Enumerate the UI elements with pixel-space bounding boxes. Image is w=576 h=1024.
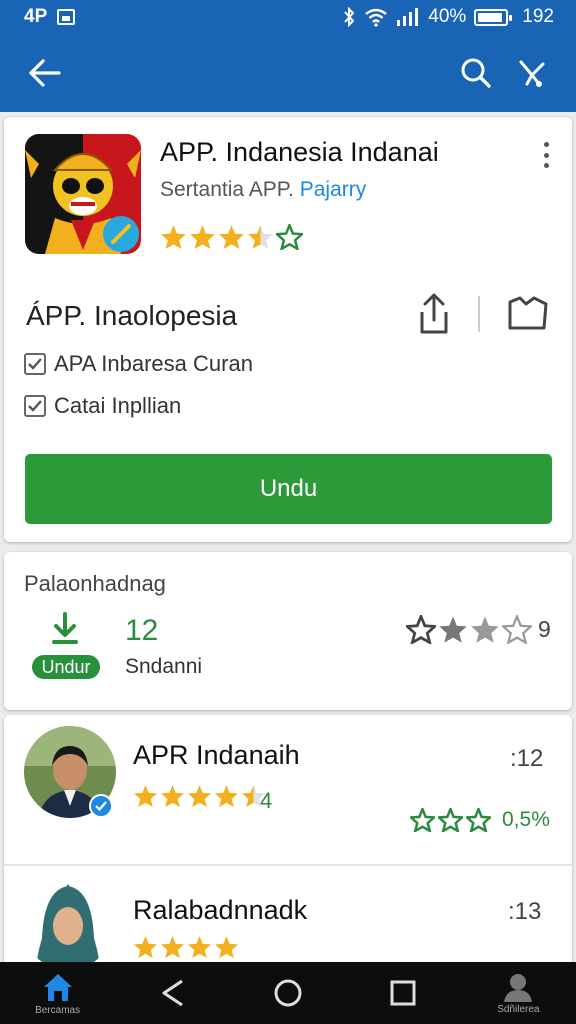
developer-tag: Pajarry [299, 178, 367, 201]
person-photo-icon [22, 878, 114, 970]
star-outline-icon [438, 808, 463, 832]
reviewer-count[interactable]: :12 [510, 745, 543, 773]
checkbox[interactable] [24, 353, 46, 375]
checkbox-row-1[interactable]: APA Inbaresa Curan [24, 351, 253, 377]
star-full-icon [215, 936, 238, 958]
star-full-icon [190, 225, 215, 249]
circle-home-icon [274, 979, 302, 1007]
install-button[interactable]: Undu [25, 454, 552, 524]
checkmark-icon [28, 400, 42, 412]
star-outline-icon [406, 615, 436, 644]
review-divider [4, 864, 572, 866]
reviewer-avatar[interactable] [22, 878, 114, 970]
bluetooth-icon [344, 7, 355, 27]
reviewer-count[interactable]: :13 [508, 898, 541, 926]
checkbox-label: Catai Inpllian [54, 393, 182, 418]
star-full-icon [161, 785, 184, 807]
star-full-icon [161, 936, 184, 958]
app-icon[interactable] [25, 134, 141, 254]
back-button[interactable] [22, 51, 66, 95]
battery-icon [474, 8, 513, 26]
reviewer-name: Ralabadnnadk [133, 895, 308, 925]
status-left-text: 4P [24, 6, 48, 27]
nav-home[interactable]: Bercamas [18, 962, 98, 1024]
reviewer-green-rating: 0,5% [410, 808, 550, 832]
app-title: APP. Indanesia Indanai [160, 137, 439, 167]
square-recents-icon [390, 980, 416, 1006]
downloads-rating: 9 [406, 615, 551, 644]
star-full-icon [134, 936, 157, 958]
download-subtitle: Sndanni [125, 655, 203, 678]
reviewer-name: APR Indanaih [133, 740, 300, 770]
more-options-button[interactable] [534, 140, 558, 170]
nav-home-circle[interactable] [248, 962, 328, 1024]
nav-profile[interactable]: Sdñilerea [478, 962, 558, 1024]
dot [543, 142, 549, 147]
share-icon [420, 293, 448, 334]
star-full-icon [188, 785, 211, 807]
section-title: ÁPP. Inaolopesia [26, 300, 238, 331]
developer-name: Sertantia APP. [160, 178, 294, 201]
download-badge: Undur [32, 655, 100, 679]
green-rating-value: 0,5% [502, 808, 550, 831]
download-arrow-icon [50, 612, 80, 648]
star-gray-icon [439, 616, 467, 643]
nav-recents[interactable] [363, 962, 443, 1024]
gallery-notification-icon [57, 9, 76, 25]
app-bar [0, 34, 576, 112]
nav-back[interactable] [133, 962, 213, 1024]
reviewer-stars [133, 784, 266, 808]
checkbox-row-2[interactable]: Catai Inpllian [24, 393, 181, 419]
status-bar: 4P 40% 192 [0, 0, 576, 34]
signal-icon [397, 8, 419, 26]
star-half-icon [248, 225, 273, 249]
bookmark-tag-icon [508, 296, 548, 330]
download-count: 12 [125, 614, 159, 647]
app-rating-stars [160, 224, 303, 250]
dot [543, 163, 549, 168]
battery-percent: 40% [428, 6, 467, 27]
star-full-icon [134, 785, 157, 807]
checkmark-icon [28, 358, 42, 370]
star-full-icon [219, 225, 244, 249]
rating-count: 9 [538, 616, 551, 642]
search-button[interactable] [454, 51, 498, 95]
share-network-icon [519, 60, 545, 87]
dot [543, 152, 549, 158]
mask-logo-icon [25, 134, 141, 254]
action-divider [478, 296, 480, 332]
status-time: 192 [522, 6, 554, 27]
star-full-icon [215, 785, 238, 807]
star-outline-icon [276, 224, 303, 250]
search-icon [461, 58, 491, 88]
reviewer-stars [133, 935, 239, 959]
star-outline-icon [502, 615, 532, 644]
verified-badge-icon [89, 794, 113, 818]
home-icon [43, 973, 72, 1001]
star-outline-icon [466, 808, 491, 832]
bottom-nav-bar: Bercamas Sdñilerea [0, 962, 576, 1024]
person-icon [504, 973, 533, 1002]
arrow-left-icon [29, 59, 61, 87]
developer-line[interactable]: Sertantia APP. Pajarry [160, 178, 366, 202]
star-outline-icon [410, 808, 435, 832]
checkbox-label: APA Inbaresa Curan [54, 351, 253, 376]
wifi-icon [365, 8, 388, 27]
share-button[interactable] [414, 292, 454, 336]
reviewer-rating-text: 4 [260, 788, 273, 813]
checkbox[interactable] [24, 395, 46, 417]
star-gray-icon [471, 616, 499, 643]
star-full-icon [161, 225, 186, 249]
wishlist-button[interactable] [504, 294, 550, 334]
star-full-icon [188, 936, 211, 958]
nav-home-label: Bercamas [35, 1004, 81, 1016]
share-app-button[interactable] [510, 51, 554, 95]
triangle-back-icon [162, 979, 183, 1007]
nav-profile-label: Sdñilerea [497, 1003, 540, 1015]
downloads-title: Palaonhadnag [24, 571, 166, 596]
